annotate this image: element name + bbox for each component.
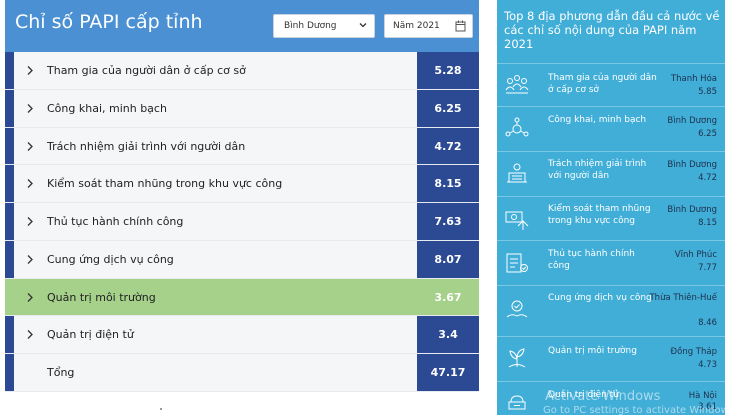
item-label: Trách nhiệm giải trình với người dân bbox=[548, 159, 647, 181]
top-provinces-panel: Top 8 địa phương dẫn đầu cả nước về các … bbox=[497, 0, 725, 415]
chevron-right-icon[interactable] bbox=[26, 65, 34, 76]
table-row[interactable]: Cung ứng dịch vụ công 8.07 bbox=[5, 240, 479, 279]
row-label: Quản trị môi trường bbox=[47, 290, 156, 304]
row-label: Công khai, minh bạch bbox=[47, 101, 167, 115]
chevron-right-icon[interactable] bbox=[26, 103, 34, 114]
row-label: Trách nhiệm giải trình với người dân bbox=[47, 139, 246, 153]
row-label: Kiểm soát tham nhũng trong khu vực công bbox=[47, 177, 283, 191]
panel-header: Chỉ số PAPI cấp tỉnh Bình Dương Năm 2021 bbox=[5, 0, 479, 52]
row-label: Cung ứng dịch vụ công bbox=[47, 252, 174, 266]
row-edge bbox=[5, 127, 14, 165]
list-item[interactable]: Thủ tục hành chính công Vĩnh Phúc 7.77 bbox=[497, 240, 725, 285]
row-edge bbox=[5, 203, 14, 240]
stray-dot bbox=[160, 408, 162, 410]
accountability-icon bbox=[507, 163, 527, 183]
money-control-icon bbox=[505, 211, 529, 230]
item-label: Cung ứng dịch vụ công bbox=[548, 293, 652, 303]
item-value: 4.72 bbox=[698, 173, 717, 183]
item-location: Thanh Hóa bbox=[670, 74, 717, 84]
item-value: 8.46 bbox=[698, 318, 717, 328]
table-row-highlighted[interactable]: Quản trị môi trường 3.67 bbox=[5, 278, 479, 317]
activation-watermark-title: Activate Windows bbox=[545, 389, 661, 404]
item-value: 7.77 bbox=[698, 263, 717, 273]
chevron-right-icon[interactable] bbox=[26, 329, 34, 340]
list-item[interactable]: Quản trị môi trường Đồng Tháp 4.73 bbox=[497, 336, 725, 381]
row-label-area bbox=[14, 354, 417, 391]
row-value: 8.15 bbox=[417, 165, 479, 202]
item-label: Tham gia của người dân ở cấp cơ sở bbox=[548, 73, 657, 95]
total-label: Tổng bbox=[47, 366, 75, 379]
item-label: Kiểm soát tham nhũng trong khu vực công bbox=[548, 204, 651, 226]
page-title: Chỉ số PAPI cấp tỉnh bbox=[15, 11, 203, 33]
row-value: 6.25 bbox=[417, 89, 479, 127]
item-label: Thủ tục hành chính công bbox=[548, 249, 635, 271]
public-service-icon bbox=[506, 300, 528, 318]
row-edge bbox=[5, 316, 14, 353]
list-item[interactable]: Trách nhiệm giải trình với người dân Bìn… bbox=[497, 151, 725, 196]
row-value: 7.63 bbox=[417, 203, 479, 240]
row-edge bbox=[5, 89, 14, 127]
year-select[interactable]: Năm 2021 bbox=[384, 14, 473, 38]
table-row[interactable]: Thủ tục hành chính công 7.63 bbox=[5, 203, 479, 241]
item-location: Vĩnh Phúc bbox=[674, 250, 717, 260]
list-item[interactable]: Cung ứng dịch vụ công Thừa Thiên-Huế 8.4… bbox=[497, 285, 725, 336]
total-value: 47.17 bbox=[417, 354, 479, 391]
transparency-icon bbox=[505, 117, 529, 137]
row-value: 3.4 bbox=[417, 316, 479, 353]
row-edge bbox=[5, 278, 14, 316]
item-label: Công khai, minh bạch bbox=[548, 115, 647, 125]
item-location: Thừa Thiên-Huế bbox=[649, 293, 717, 303]
panel-title: Top 8 địa phương dẫn đầu cả nước về các … bbox=[504, 9, 720, 51]
row-edge bbox=[5, 165, 14, 202]
e-governance-icon bbox=[508, 395, 526, 410]
item-label: Quản trị môi trường bbox=[548, 346, 637, 356]
chevron-right-icon[interactable] bbox=[26, 178, 34, 189]
list-item[interactable]: Tham gia của người dân ở cấp cơ sở Thanh… bbox=[497, 63, 725, 106]
item-value: 6.25 bbox=[698, 129, 717, 139]
row-value: 4.72 bbox=[417, 127, 479, 165]
item-location: Đồng Tháp bbox=[670, 347, 717, 357]
item-location: Bình Dương bbox=[667, 205, 717, 215]
item-location: Bình Dương bbox=[667, 160, 717, 170]
table-row[interactable]: Công khai, minh bạch 6.25 bbox=[5, 89, 479, 128]
row-value: 3.67 bbox=[417, 278, 479, 316]
people-network-icon bbox=[505, 75, 529, 94]
row-edge bbox=[5, 240, 14, 278]
chevron-down-icon bbox=[359, 23, 367, 28]
item-location: Bình Dương bbox=[667, 116, 717, 126]
table-row[interactable]: Quản trị điện tử 3.4 bbox=[5, 316, 479, 354]
row-value: 8.07 bbox=[417, 240, 479, 278]
list-item[interactable]: Công khai, minh bạch Bình Dương 6.25 bbox=[497, 106, 725, 151]
table-row-total: Tổng 47.17 bbox=[5, 354, 479, 392]
row-edge bbox=[5, 354, 14, 391]
row-edge bbox=[5, 52, 14, 89]
item-value: 4.73 bbox=[698, 360, 717, 370]
papi-province-panel: Chỉ số PAPI cấp tỉnh Bình Dương Năm 2021… bbox=[5, 0, 479, 392]
list-item[interactable]: Kiểm soát tham nhũng trong khu vực công … bbox=[497, 196, 725, 240]
row-label: Quản trị điện tử bbox=[47, 328, 134, 342]
environment-icon bbox=[508, 348, 526, 368]
index-table: Tham gia của người dân ở cấp cơ sở 5.28 … bbox=[5, 52, 479, 392]
row-label: Tham gia của người dân ở cấp cơ sở bbox=[47, 64, 246, 77]
chevron-right-icon[interactable] bbox=[26, 254, 34, 265]
table-row[interactable]: Tham gia của người dân ở cấp cơ sở 5.28 bbox=[5, 52, 479, 90]
year-select-value: Năm 2021 bbox=[393, 21, 440, 31]
item-value: 5.85 bbox=[698, 87, 717, 97]
activation-watermark-subtitle: Go to PC settings to activate Windows. bbox=[543, 405, 730, 415]
chevron-right-icon[interactable] bbox=[26, 292, 34, 303]
province-select[interactable]: Bình Dương bbox=[273, 14, 375, 38]
item-value: 8.15 bbox=[698, 218, 717, 228]
table-row[interactable]: Trách nhiệm giải trình với người dân 4.7… bbox=[5, 127, 479, 166]
row-label: Thủ tục hành chính công bbox=[47, 215, 184, 228]
admin-procedure-icon bbox=[506, 253, 528, 273]
province-select-value: Bình Dương bbox=[284, 21, 337, 31]
calendar-icon bbox=[455, 20, 466, 32]
table-row[interactable]: Kiểm soát tham nhũng trong khu vực công … bbox=[5, 165, 479, 203]
chevron-right-icon[interactable] bbox=[26, 141, 34, 152]
row-value: 5.28 bbox=[417, 52, 479, 89]
chevron-right-icon[interactable] bbox=[26, 216, 34, 227]
